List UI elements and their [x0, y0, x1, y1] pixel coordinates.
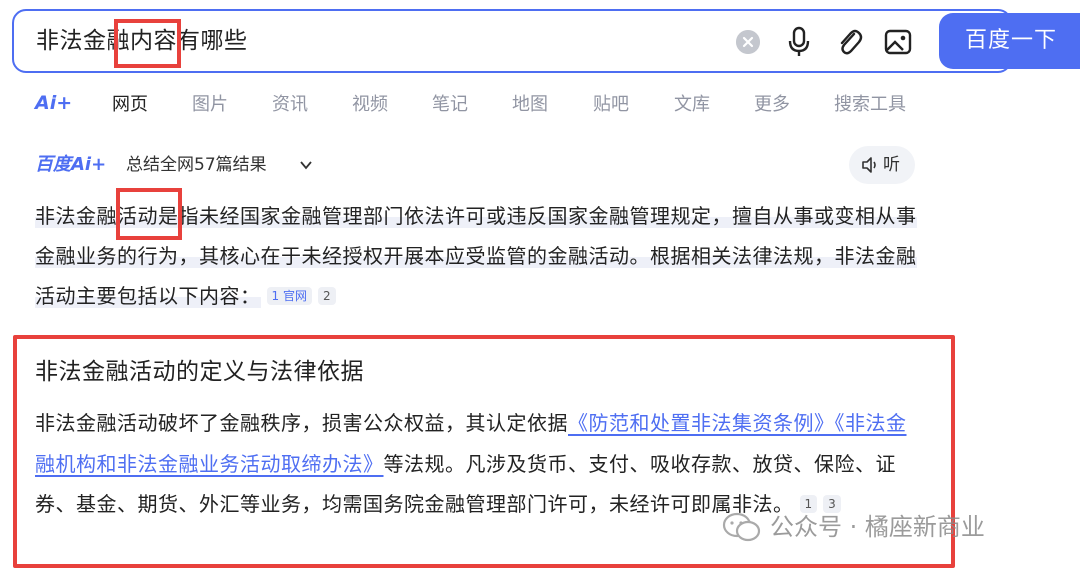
listen-button[interactable]: 听 [849, 146, 915, 184]
image-search-icon[interactable] [883, 25, 913, 59]
clear-icon[interactable] [736, 30, 760, 54]
tab-web[interactable]: 网页 [112, 92, 148, 118]
watermark-text: 公众号 · 橘座新商业 [770, 513, 985, 541]
listen-label: 听 [883, 155, 900, 175]
annotation-box [114, 19, 181, 68]
tab-more[interactable]: 更多 [754, 92, 790, 118]
citation-badge[interactable]: 1 官网 [266, 287, 312, 305]
tab-notes[interactable]: 笔记 [432, 92, 468, 118]
tab-tieba[interactable]: 贴吧 [593, 92, 629, 118]
speaker-icon [862, 157, 876, 173]
attachment-icon[interactable] [834, 25, 864, 59]
tab-ai[interactable]: Ai+ [35, 92, 72, 114]
citation-badge[interactable]: 2 [317, 287, 336, 305]
chevron-down-icon[interactable] [297, 156, 315, 174]
baidu-ai-logo: 百度Ai+ [35, 154, 107, 175]
summary-source-count[interactable]: 总结全网57篇结果 [126, 152, 267, 178]
tab-wenku[interactable]: 文库 [674, 92, 710, 118]
annotation-box [116, 188, 182, 240]
microphone-icon[interactable] [784, 25, 814, 59]
tab-video[interactable]: 视频 [352, 92, 388, 118]
search-button[interactable]: 百度一下 [939, 13, 1080, 69]
search-tabs: Ai+ 网页 图片 资讯 视频 笔记 地图 贴吧 文库 更多 搜索工具 [0, 88, 1080, 124]
tab-news[interactable]: 资讯 [272, 92, 308, 118]
tab-images[interactable]: 图片 [192, 92, 228, 118]
wechat-icon [722, 512, 761, 542]
tab-search-tools[interactable]: 搜索工具 [834, 92, 906, 118]
tab-map[interactable]: 地图 [512, 92, 548, 118]
